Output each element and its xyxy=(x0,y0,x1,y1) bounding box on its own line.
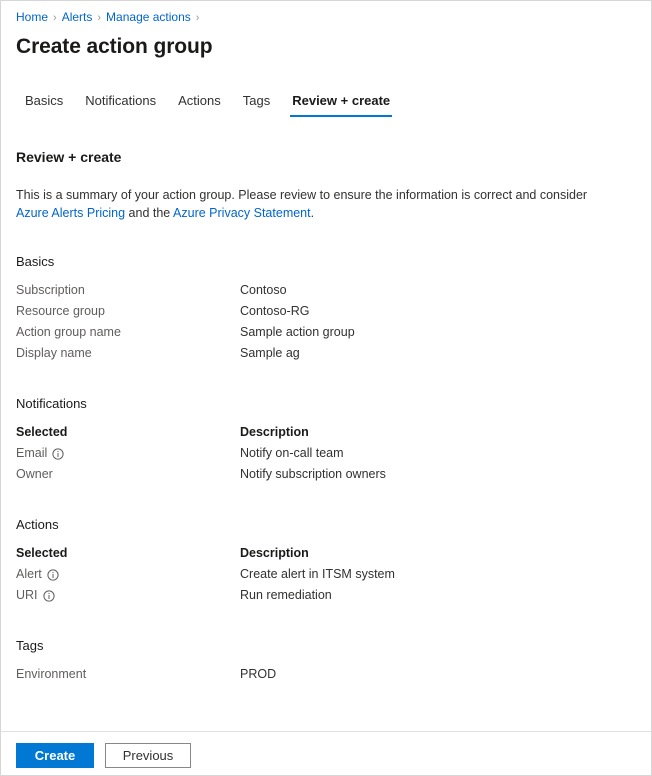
summary-row-key: Owner xyxy=(16,464,240,485)
group-heading-actions: Actions xyxy=(16,516,636,534)
summary-row-value: Notify on-call team xyxy=(240,443,636,464)
summary-row-key-label: Environment xyxy=(16,664,86,685)
breadcrumb-separator-icon: › xyxy=(97,10,101,26)
summary-row-value: Notify subscription owners xyxy=(240,464,636,485)
summary-row-key: Subscription xyxy=(16,280,240,301)
column-header-selected: Selected xyxy=(16,543,240,564)
breadcrumb-separator-icon: › xyxy=(53,10,57,26)
summary-row-value: Sample action group xyxy=(240,322,636,343)
summary-group-actions: ActionsSelectedDescriptionAlertCreate al… xyxy=(16,516,636,606)
summary-row-key-label: Action group name xyxy=(16,322,121,343)
summary-row: Action group name Sample action group xyxy=(16,322,636,343)
section-heading: Review + create xyxy=(16,147,636,167)
summary-row-key-label: Alert xyxy=(16,564,42,585)
create-action-group-blade: Home › Alerts › Manage actions › Create actio… xyxy=(0,0,652,776)
summary-row-key-label: URI xyxy=(16,585,38,606)
summary-row-key: URI xyxy=(16,585,240,606)
blade-scroll-area[interactable]: Home › Alerts › Manage actions › Create actio… xyxy=(1,1,651,731)
summary-row-key: Alert xyxy=(16,564,240,585)
tab-review-create[interactable]: Review + create xyxy=(281,92,401,117)
previous-button[interactable]: Previous xyxy=(105,743,191,768)
breadcrumb-link-alerts[interactable]: Alerts xyxy=(62,10,93,24)
summary-group-tags: Tags Environment PROD xyxy=(16,637,636,685)
info-icon[interactable] xyxy=(43,590,55,602)
intro-paragraph: This is a summary of your action group. … xyxy=(16,186,621,222)
tab-basics[interactable]: Basics xyxy=(14,92,74,117)
breadcrumb: Home › Alerts › Manage actions › xyxy=(1,1,651,26)
summary-row: URI Run remediation xyxy=(16,585,636,606)
summary-row-value: Contoso xyxy=(240,280,636,301)
summary-row-key: Display name xyxy=(16,343,240,364)
group-heading-notifications: Notifications xyxy=(16,395,636,413)
summary-row: Environment PROD xyxy=(16,664,636,685)
breadcrumb-link-home[interactable]: Home xyxy=(16,10,48,24)
summary-row: Owner Notify subscription owners xyxy=(16,464,636,485)
azure-alerts-pricing-link[interactable]: Azure Alerts Pricing xyxy=(16,206,125,220)
breadcrumb-link-manage-actions[interactable]: Manage actions xyxy=(106,10,191,24)
column-header-description: Description xyxy=(240,543,636,564)
intro-text-part3: . xyxy=(311,206,314,220)
wizard-tablist: BasicsNotificationsActionsTagsReview + c… xyxy=(14,90,651,117)
summary-row-key-label: Email xyxy=(16,443,47,464)
tab-tags[interactable]: Tags xyxy=(232,92,281,117)
summary-row: Subscription Contoso xyxy=(16,280,636,301)
tab-actions[interactable]: Actions xyxy=(167,92,232,117)
summary-row-key: Environment xyxy=(16,664,240,685)
breadcrumb-separator-icon: › xyxy=(196,10,200,26)
table-header-row: SelectedDescription xyxy=(16,422,636,443)
summary-groups: Basics Subscription Contoso Resource group C… xyxy=(16,253,636,685)
summary-row: Email Notify on-call team xyxy=(16,443,636,464)
summary-row: Alert Create alert in ITSM system xyxy=(16,564,636,585)
summary-row-value: PROD xyxy=(240,664,636,685)
summary-row-key: Resource group xyxy=(16,301,240,322)
azure-privacy-statement-link[interactable]: Azure Privacy Statement xyxy=(173,206,311,220)
table-header-row: SelectedDescription xyxy=(16,543,636,564)
summary-row-value: Create alert in ITSM system xyxy=(240,564,636,585)
blade-footer: Create Previous xyxy=(1,731,651,775)
summary-group-basics: Basics Subscription Contoso Resource group C… xyxy=(16,253,636,364)
tab-notifications[interactable]: Notifications xyxy=(74,92,167,117)
summary-group-notifications: NotificationsSelectedDescriptionEmailNot… xyxy=(16,395,636,485)
column-header-selected: Selected xyxy=(16,422,240,443)
summary-row-value: Sample ag xyxy=(240,343,636,364)
summary-row-key-label: Subscription xyxy=(16,280,85,301)
group-heading-tags: Tags xyxy=(16,637,636,655)
info-icon[interactable] xyxy=(52,448,64,460)
summary-row-key: Action group name xyxy=(16,322,240,343)
summary-row-key: Email xyxy=(16,443,240,464)
summary-row: Display name Sample ag xyxy=(16,343,636,364)
summary-row-value: Run remediation xyxy=(240,585,636,606)
info-icon[interactable] xyxy=(47,569,59,581)
summary-row-key-label: Display name xyxy=(16,343,92,364)
create-button[interactable]: Create xyxy=(16,743,94,768)
summary-row: Resource group Contoso-RG xyxy=(16,301,636,322)
page-title: Create action group xyxy=(16,33,651,61)
group-heading-basics: Basics xyxy=(16,253,636,271)
intro-text-part1: This is a summary of your action group. … xyxy=(16,188,587,202)
intro-text-part2: and the xyxy=(125,206,173,220)
review-content: Review + create This is a summary of you… xyxy=(1,147,651,685)
summary-row-key-label: Resource group xyxy=(16,301,105,322)
summary-row-value: Contoso-RG xyxy=(240,301,636,322)
summary-row-key-label: Owner xyxy=(16,464,53,485)
column-header-description: Description xyxy=(240,422,636,443)
